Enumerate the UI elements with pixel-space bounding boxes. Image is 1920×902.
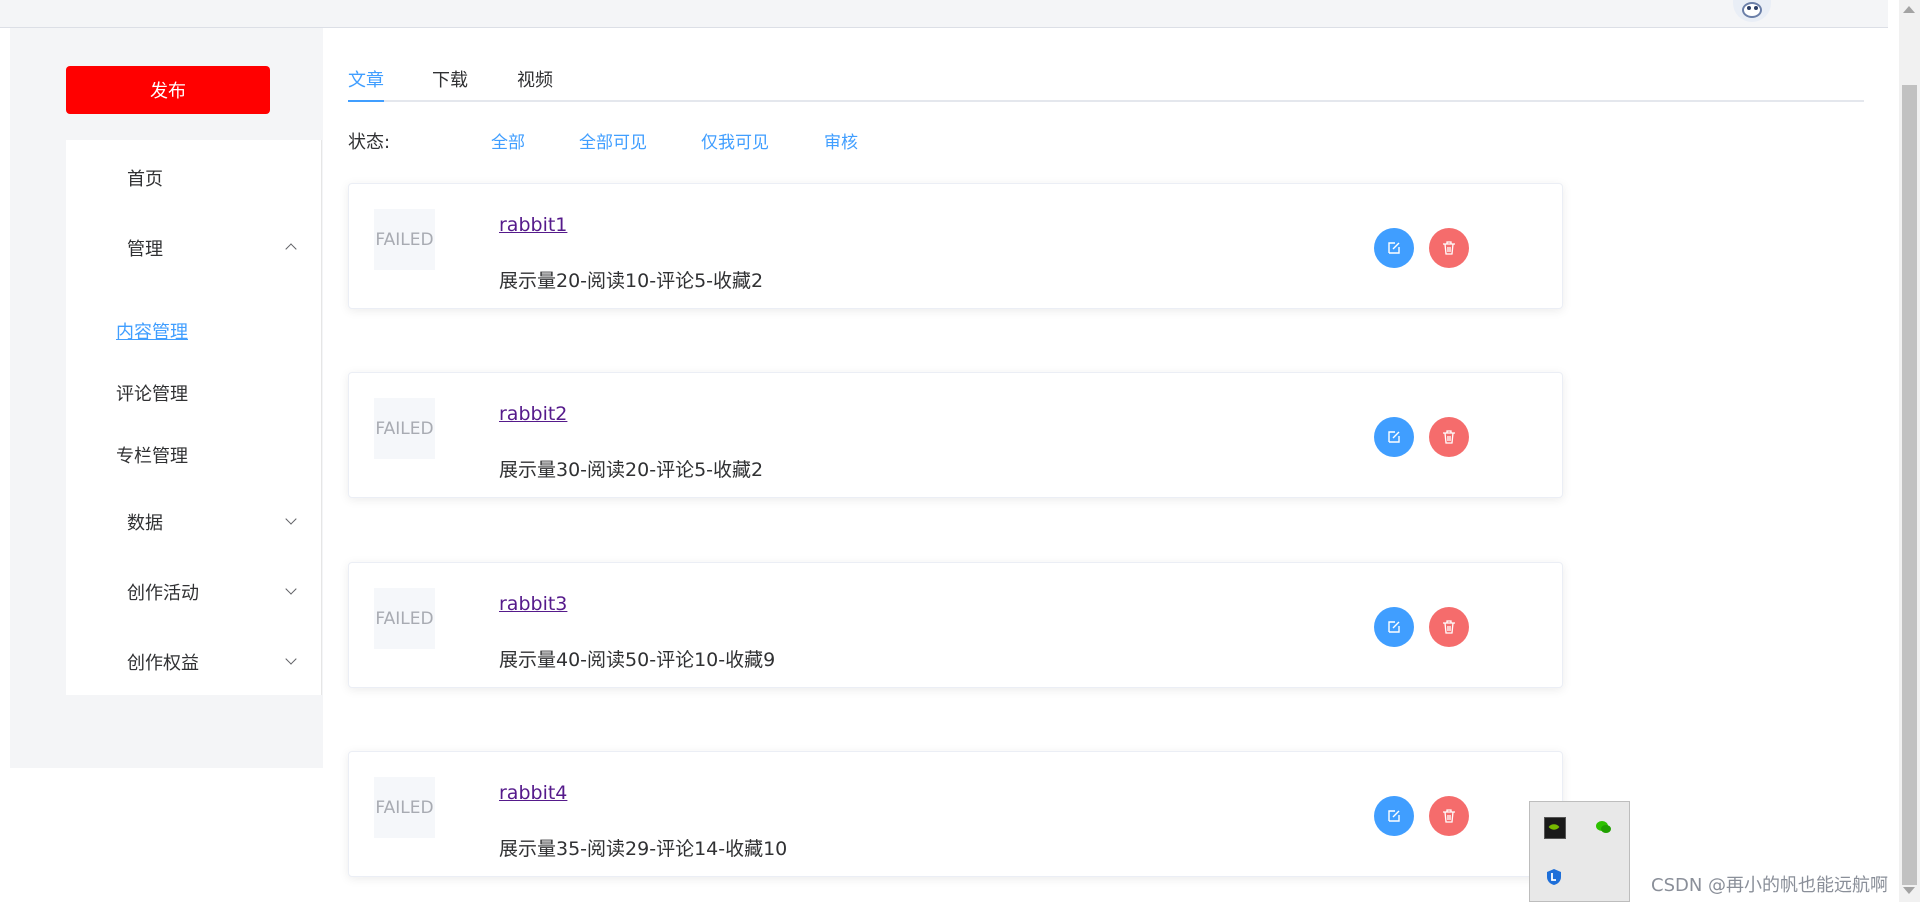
sidebar-item-home[interactable]: 首页 <box>66 140 321 196</box>
status-option-all-visible[interactable]: 全部可见 <box>579 128 647 153</box>
wechat-icon[interactable] <box>1593 817 1613 837</box>
avatar-eye-right <box>1754 6 1758 10</box>
article-stats: 展示量40-阅读50-评论10-收藏9 <box>499 649 776 671</box>
active-tab-indicator <box>348 100 384 102</box>
edit-button[interactable] <box>1374 417 1414 457</box>
article-title-link[interactable]: rabbit1 <box>499 214 567 236</box>
edit-icon <box>1388 810 1400 822</box>
top-header <box>0 0 1888 28</box>
delete-button[interactable] <box>1429 607 1469 647</box>
article-card: FAILED rabbit3 展示量40-阅读50-评论10-收藏9 <box>348 562 1563 688</box>
edit-icon <box>1388 242 1400 254</box>
sidebar-item-manage[interactable]: 管理 <box>66 210 321 266</box>
trash-icon <box>1443 620 1455 634</box>
article-thumbnail: FAILED <box>374 209 435 270</box>
trash-icon <box>1443 430 1455 444</box>
tab-articles[interactable]: 文章 <box>348 66 384 92</box>
content-tabs: 文章 下载 视频 <box>348 62 1864 102</box>
edit-button[interactable] <box>1374 228 1414 268</box>
sidebar-item-creative-rights[interactable]: 创作权益 <box>66 620 321 676</box>
article-thumbnail: FAILED <box>374 398 435 459</box>
status-filter-label: 状态: <box>348 132 391 153</box>
chevron-down-icon <box>285 513 297 525</box>
article-card: FAILED rabbit1 展示量20-阅读10-评论5-收藏2 <box>348 183 1563 309</box>
article-title-link[interactable]: rabbit2 <box>499 403 567 425</box>
sidebar-subitem-column-manage[interactable]: 专栏管理 <box>66 436 321 486</box>
scroll-down-icon[interactable] <box>1903 887 1915 894</box>
edit-button[interactable] <box>1374 607 1414 647</box>
chevron-up-icon <box>285 243 297 255</box>
edit-icon <box>1388 431 1400 443</box>
edit-icon <box>1388 621 1400 633</box>
tab-downloads[interactable]: 下载 <box>432 66 468 92</box>
delete-button[interactable] <box>1429 796 1469 836</box>
status-option-all[interactable]: 全部 <box>491 128 525 153</box>
chevron-down-icon <box>285 653 297 665</box>
sidebar-subitem-label: 评论管理 <box>116 384 188 405</box>
sidebar-item-label: 管理 <box>127 239 163 260</box>
article-title-link[interactable]: rabbit3 <box>499 593 567 615</box>
sidebar-subitem-comment-manage[interactable]: 评论管理 <box>66 374 321 424</box>
article-thumbnail: FAILED <box>374 588 435 649</box>
article-thumbnail: FAILED <box>374 777 435 838</box>
system-tray-overflow <box>1529 801 1630 902</box>
watermark-text: CSDN @再小的帆也能远航啊 <box>1651 875 1889 896</box>
article-stats: 展示量30-阅读20-评论5-收藏2 <box>499 459 764 481</box>
article-card: FAILED rabbit2 展示量30-阅读20-评论5-收藏2 <box>348 372 1563 498</box>
article-title-link[interactable]: rabbit4 <box>499 782 567 804</box>
article-stats: 展示量20-阅读10-评论5-收藏2 <box>499 270 764 292</box>
scroll-up-icon[interactable] <box>1903 6 1915 13</box>
delete-button[interactable] <box>1429 228 1469 268</box>
sidebar-item-data[interactable]: 数据 <box>66 480 321 536</box>
chevron-down-icon <box>285 583 297 595</box>
sidebar-subitem-label: 内容管理 <box>116 322 188 343</box>
sidebar-subitem-label: 专栏管理 <box>116 446 188 467</box>
scrollbar-thumb[interactable] <box>1902 85 1917 885</box>
tabs-divider <box>348 100 1864 102</box>
sidebar-item-label: 创作活动 <box>127 583 199 604</box>
status-option-private[interactable]: 仅我可见 <box>701 128 769 153</box>
status-option-review[interactable]: 审核 <box>824 128 858 153</box>
trash-icon <box>1443 809 1455 823</box>
tab-videos[interactable]: 视频 <box>517 66 553 92</box>
sidebar-subitem-content-manage[interactable]: 内容管理 <box>66 312 321 362</box>
trash-icon <box>1443 241 1455 255</box>
sidebar-item-label: 首页 <box>127 169 163 190</box>
publish-button[interactable]: 发布 <box>66 66 270 114</box>
avatar-eye-left <box>1747 6 1751 10</box>
article-card: FAILED rabbit4 展示量35-阅读29-评论14-收藏10 <box>348 751 1563 877</box>
edit-button[interactable] <box>1374 796 1414 836</box>
security-shield-icon[interactable] <box>1544 867 1564 887</box>
sidebar-item-label: 数据 <box>127 513 163 534</box>
nvidia-icon[interactable] <box>1544 817 1566 839</box>
sidebar-menu: 首页 管理 内容管理 评论管理 专栏管理 数据 创作活动 创作权益 <box>66 140 322 695</box>
article-stats: 展示量35-阅读29-评论14-收藏10 <box>499 838 788 860</box>
avatar-face <box>1742 2 1762 18</box>
sidebar-item-label: 创作权益 <box>127 653 199 674</box>
delete-button[interactable] <box>1429 417 1469 457</box>
sidebar-item-creative-activity[interactable]: 创作活动 <box>66 550 321 606</box>
status-filter: 状态: 全部 全部可见 仅我可见 审核 <box>348 126 948 154</box>
